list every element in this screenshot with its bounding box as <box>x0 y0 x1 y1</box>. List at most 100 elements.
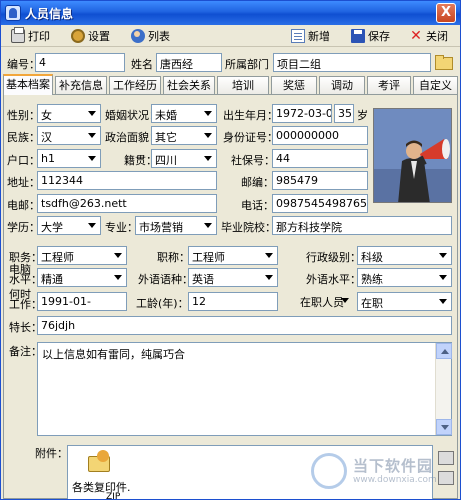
chevron-down-icon <box>261 248 276 263</box>
social-security-label: 社保号： <box>231 154 275 167</box>
chevron-down-icon <box>110 270 125 285</box>
education-select[interactable]: 大学 <box>37 216 101 235</box>
settings-button[interactable]: 设置 <box>71 27 110 45</box>
gender-label: 性别： <box>7 109 40 122</box>
title-select[interactable]: 工程师 <box>188 246 278 265</box>
tab-evaluation[interactable]: 考评 <box>367 76 411 94</box>
birth-field[interactable]: 1972-03-03 <box>272 104 332 123</box>
major-value: 市场营销 <box>139 221 183 234</box>
remark-scrollbar[interactable] <box>435 343 452 435</box>
native-place-value: 四川 <box>155 154 177 167</box>
tab-custom[interactable]: 自定义 <box>413 76 458 94</box>
political-select[interactable]: 其它 <box>151 126 217 145</box>
admin-level-value: 科级 <box>361 251 383 264</box>
print-label: 打印 <box>28 30 50 43</box>
new-button[interactable]: 新增 <box>291 27 330 45</box>
major-select[interactable]: 市场营销 <box>135 216 217 235</box>
window-title: 人员信息 <box>25 7 74 21</box>
employment-status-value: 在职 <box>361 297 383 310</box>
title-label: 职称： <box>157 251 190 264</box>
attachment-file-name[interactable]: 各类复印件. <box>72 479 131 495</box>
chevron-down-icon <box>200 151 215 166</box>
school-label: 毕业院校： <box>221 221 276 234</box>
education-label: 学历： <box>7 221 40 234</box>
social-security-field[interactable]: 44 <box>272 149 368 168</box>
native-place-select[interactable]: 四川 <box>151 149 217 168</box>
close-label: 关闭 <box>426 30 448 43</box>
title-bar[interactable]: 人员信息 X <box>1 1 460 25</box>
start-work-field[interactable]: 1991-01- <box>37 292 127 311</box>
hukou-value: h1 <box>41 152 55 165</box>
idcard-field[interactable]: 000000000 <box>272 126 368 145</box>
language-level-select[interactable]: 熟练 <box>357 268 452 287</box>
app-icon <box>5 5 21 21</box>
tab-rewards-penalties[interactable]: 奖惩 <box>271 76 317 94</box>
political-value: 其它 <box>155 131 177 144</box>
language-level-label: 外语水平： <box>306 273 361 286</box>
close-button[interactable]: ✕ 关闭 <box>409 27 448 45</box>
chevron-down-icon <box>200 106 215 121</box>
remark-textarea[interactable]: 以上信息如有雷同，纯属巧合 <box>37 342 452 436</box>
chevron-down-icon <box>110 248 125 263</box>
tab-bar: 基本档案 补充信息 工作经历 社会关系 培训 奖惩 调动 考评 自定义 <box>3 74 460 95</box>
seniority-field[interactable]: 12 <box>188 292 278 311</box>
address-field[interactable]: 112344 <box>37 171 217 190</box>
phone-field[interactable]: 09875454987654 <box>272 194 368 213</box>
scroll-up-icon[interactable] <box>436 343 452 359</box>
id-field[interactable]: 4 <box>35 53 125 72</box>
watermark-text: 当下软件园 <box>353 457 434 475</box>
list-button[interactable]: 列表 <box>131 27 170 45</box>
print-button[interactable]: 打印 <box>11 27 50 45</box>
tab-training[interactable]: 培训 <box>217 76 269 94</box>
site-watermark: 当下软件园 www.downxia.com <box>307 447 457 495</box>
age-field[interactable]: 35 <box>334 104 354 123</box>
watermark-logo-icon <box>311 453 347 489</box>
tab-transfer[interactable]: 调动 <box>319 76 365 94</box>
person-with-megaphone-photo[interactable] <box>373 108 452 203</box>
major-label: 专业： <box>105 221 138 234</box>
watermark-subtext: www.downxia.com <box>353 475 437 485</box>
tab-basic-file[interactable]: 基本档案 <box>3 74 53 95</box>
email-field[interactable]: tsdfh@263.nett <box>37 194 217 213</box>
save-label: 保存 <box>368 30 390 43</box>
foreign-language-value: 英语 <box>192 273 214 286</box>
save-button[interactable]: 保存 <box>351 27 390 45</box>
tab-work-experience[interactable]: 工作经历 <box>109 76 161 94</box>
position-select[interactable]: 工程师 <box>37 246 127 265</box>
tab-social-relations[interactable]: 社会关系 <box>163 76 215 94</box>
employment-status-select[interactable]: 在职 <box>357 292 452 311</box>
new-label: 新增 <box>308 30 330 43</box>
attachment-file-ext: ZIP <box>106 492 121 500</box>
chevron-down-icon <box>84 218 99 233</box>
window-close-button[interactable]: X <box>436 3 456 23</box>
name-field[interactable]: 唐西经 <box>156 53 222 72</box>
phone-label: 电话： <box>241 199 274 212</box>
chevron-down-icon <box>200 128 215 143</box>
scroll-down-icon[interactable] <box>436 419 452 435</box>
admin-level-select[interactable]: 科级 <box>357 246 452 265</box>
printer-icon <box>11 27 25 43</box>
floppy-disk-icon <box>351 29 365 43</box>
school-field[interactable]: 那方科技学院 <box>272 216 452 235</box>
toolbar: 打印 设置 列表 新增 保存 ✕ 关闭 <box>1 25 460 47</box>
department-field[interactable]: 项目二组 <box>273 53 431 72</box>
language-level-value: 熟练 <box>361 273 383 286</box>
email-label: 电邮： <box>7 199 40 212</box>
ethnicity-select[interactable]: 汉 <box>37 126 101 145</box>
computer-level-select[interactable]: 精通 <box>37 268 127 287</box>
tab-supplementary-info[interactable]: 补充信息 <box>55 76 107 94</box>
marital-select[interactable]: 未婚 <box>151 104 217 123</box>
close-x-icon: ✕ <box>410 28 422 44</box>
chevron-down-icon <box>200 218 215 233</box>
skill-field[interactable]: 76jdjh <box>37 316 452 335</box>
gender-select[interactable]: 女 <box>37 104 101 123</box>
age-unit: 岁 <box>357 109 368 122</box>
marital-value: 未婚 <box>155 109 177 122</box>
status-type-select[interactable]: 在职人员 <box>297 292 353 311</box>
postcode-field[interactable]: 985479 <box>272 171 368 190</box>
foreign-language-select[interactable]: 英语 <box>188 268 278 287</box>
folder-icon[interactable] <box>433 53 453 71</box>
hukou-select[interactable]: h1 <box>37 149 101 168</box>
new-document-icon <box>291 29 305 43</box>
chevron-down-icon <box>435 248 450 263</box>
